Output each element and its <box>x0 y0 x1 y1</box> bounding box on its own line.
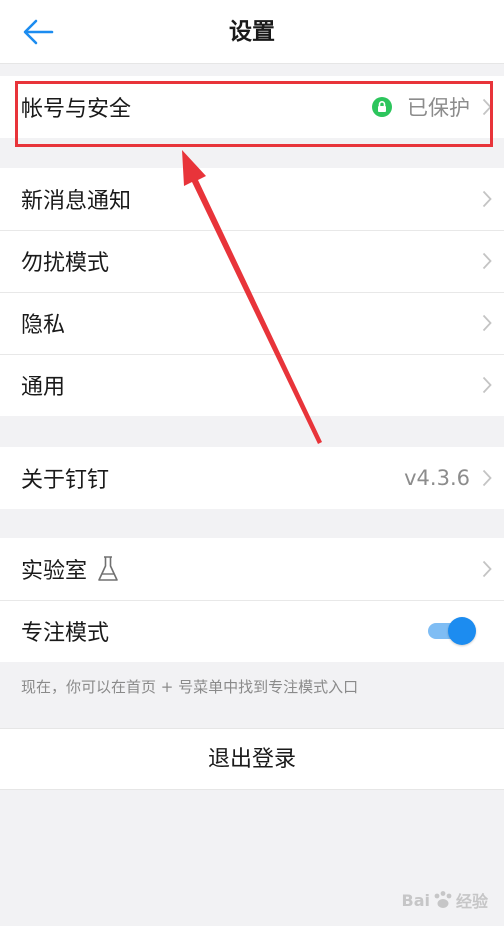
account-group: 帐号与安全 已保护 <box>0 76 504 138</box>
account-status: 已保护 <box>407 96 470 120</box>
chevron-right-icon <box>482 314 492 332</box>
chevron-right-icon <box>482 560 492 578</box>
account-security-item[interactable]: 帐号与安全 已保护 <box>0 76 504 138</box>
back-button[interactable] <box>18 14 58 50</box>
dnd-label: 勿扰模式 <box>21 251 110 276</box>
paw-icon <box>434 891 452 908</box>
about-label: 关于钉钉 <box>21 468 110 493</box>
chevron-right-icon <box>482 376 492 394</box>
account-security-label: 帐号与安全 <box>21 97 132 122</box>
about-group: 关于钉钉 v4.3.6 <box>0 447 504 509</box>
page-title: 设置 <box>229 19 275 45</box>
focus-mode-toggle[interactable] <box>426 616 478 646</box>
privacy-label: 隐私 <box>21 313 66 338</box>
toggle-knob <box>448 617 476 645</box>
general-label: 通用 <box>21 375 66 400</box>
logout-button[interactable]: 退出登录 <box>0 728 504 790</box>
chevron-right-icon <box>482 252 492 270</box>
privacy-item[interactable]: 隐私 <box>0 292 504 354</box>
preferences-group: 新消息通知 勿扰模式 隐私 通用 <box>0 168 504 416</box>
notifications-item[interactable]: 新消息通知 <box>0 168 504 230</box>
focus-mode-item: 专注模式 <box>0 600 504 662</box>
dnd-item[interactable]: 勿扰模式 <box>0 230 504 292</box>
flask-icon <box>97 555 119 583</box>
nav-bar: 设置 <box>0 0 504 64</box>
focus-mode-label: 专注模式 <box>21 621 110 646</box>
baidu-watermark: Bai 经验 <box>401 890 489 912</box>
focus-mode-hint: 现在，你可以在首页 + 号菜单中找到专注模式入口 <box>21 678 359 696</box>
chevron-right-icon <box>482 469 492 487</box>
chevron-right-icon <box>482 190 492 208</box>
lab-label: 实验室 <box>21 559 88 584</box>
notifications-label: 新消息通知 <box>21 189 132 214</box>
lock-icon <box>371 96 393 118</box>
chevron-right-icon <box>482 98 492 116</box>
lab-group: 实验室 专注模式 <box>0 538 504 662</box>
lab-item[interactable]: 实验室 <box>0 538 504 600</box>
version-text: v4.3.6 <box>404 466 470 490</box>
general-item[interactable]: 通用 <box>0 354 504 416</box>
about-item[interactable]: 关于钉钉 v4.3.6 <box>0 447 504 509</box>
back-arrow-icon <box>23 19 54 45</box>
